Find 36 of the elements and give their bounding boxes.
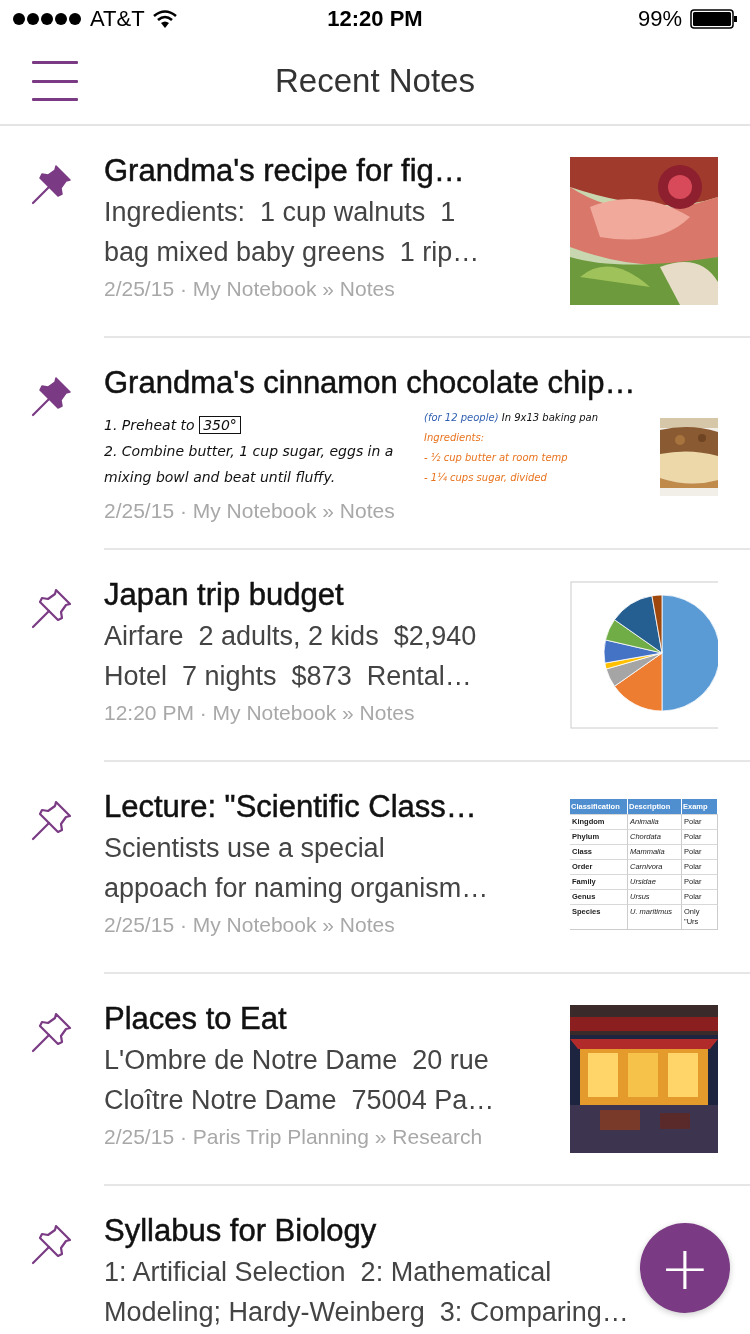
- note-row[interactable]: Japan trip budget Airfare 2 adults, 2 kids $2,940 Hotel 7 nights $873 Rental… 12:20 PM · My Notebook » Notes: [0, 550, 750, 762]
- note-meta: 12:20 PM · My Notebook » Notes: [104, 700, 416, 726]
- note-preview: Ingredients: 1 cup walnuts 1: [104, 196, 456, 229]
- note-title: Grandma's recipe for fig…: [104, 152, 466, 190]
- note-title: Places to Eat: [104, 1000, 288, 1038]
- add-note-button[interactable]: +: [640, 1223, 730, 1313]
- handwritten-line: - ½ cup butter at room temp: [424, 451, 569, 465]
- screen-title: Recent Notes: [275, 62, 475, 100]
- note-preview: Modeling; Hardy-Weinberg 3: Comparing…: [104, 1296, 629, 1329]
- note-meta: 2/25/15 · My Notebook » Notes: [104, 498, 396, 524]
- handwritten-line: - 1¼ cups sugar, divided: [424, 471, 548, 485]
- handwritten-line: Ingredients:: [424, 431, 485, 445]
- note-title: Syllabus for Biology: [104, 1212, 378, 1250]
- note-row[interactable]: Places to Eat L'Ombre de Notre Dame 20 rue Cloître Notre Dame 75004 Pa… 2/25/15 · Paris Trip Planning » Research: [0, 974, 750, 1186]
- battery-percent: 99%: [637, 6, 682, 32]
- handwritten-line: mixing bowl and beat until fluffy.: [104, 468, 337, 487]
- note-preview: L'Ombre de Notre Dame 20 rue: [104, 1044, 489, 1077]
- note-preview: Cloître Notre Dame 75004 Pa…: [104, 1084, 495, 1117]
- note-meta: 2/25/15 · Paris Trip Planning » Research: [104, 1124, 484, 1150]
- carrier-name: AT&T: [90, 6, 145, 32]
- status-time: 12:20 PM: [327, 6, 423, 32]
- note-preview: 1: Artificial Selection 2: Mathematical: [104, 1256, 552, 1289]
- note-preview: Hotel 7 nights $873 Rental…: [104, 660, 472, 693]
- note-preview: bag mixed baby greens 1 rip…: [104, 236, 480, 269]
- handwritten-line: (for 12 people) In 9x13 baking pan: [424, 411, 600, 425]
- note-meta: 2/25/15 · My Notebook » Notes: [104, 912, 396, 938]
- note-title: Japan trip budget: [104, 576, 345, 614]
- note-preview: Scientists use a special: [104, 832, 385, 865]
- note-title: Lecture: "Scientific Class…: [104, 788, 478, 826]
- handwritten-line: 2. Combine butter, 1 cup sugar, eggs in a: [104, 442, 395, 461]
- note-meta: 2/25/15 · My Notebook » Notes: [104, 276, 396, 302]
- handwritten-line: 1. Preheat to 350°: [104, 412, 404, 438]
- note-title: Grandma's cinnamon chocolate chip…: [104, 364, 637, 402]
- note-row[interactable]: Grandma's recipe for fig… Ingredients: 1 cup walnuts 1 bag mixed baby greens 1 rip… 2/25/15 · My Notebook » Notes: [0, 126, 750, 338]
- note-preview: appoach for naming organism…: [104, 872, 489, 905]
- note-preview: Airfare 2 adults, 2 kids $2,940: [104, 620, 477, 653]
